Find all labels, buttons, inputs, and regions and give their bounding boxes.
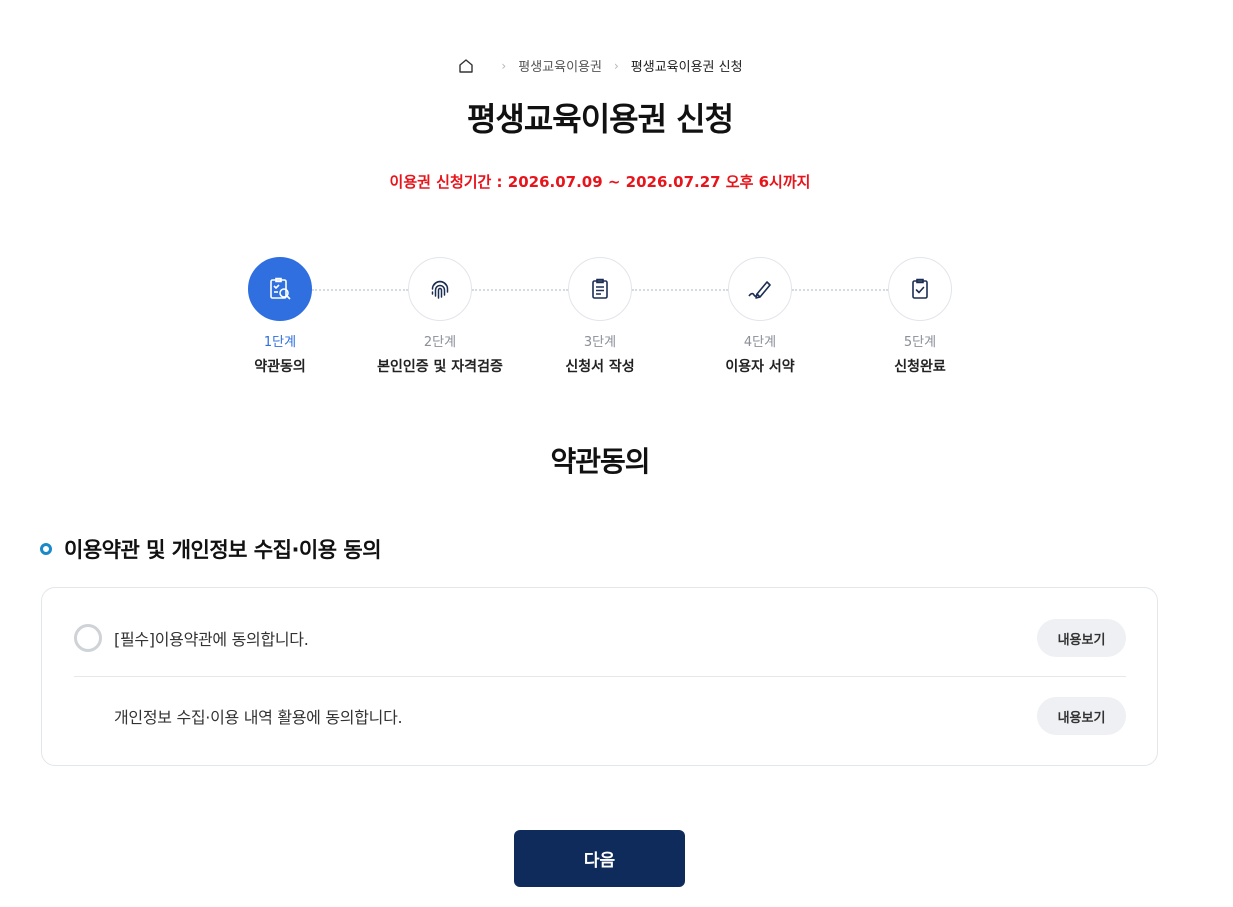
view-privacy-button[interactable]: 내용보기: [1037, 697, 1126, 735]
step-number: 1단계: [263, 335, 297, 350]
breadcrumb-item-apply: 평생교육이용권 신청: [630, 60, 743, 75]
section-title: 약관동의: [550, 445, 650, 478]
application-period: 이용권 신청기간 : 2026.07.09 ~ 2026.07.27 오후 6시…: [389, 173, 811, 191]
term-text: [필수]이용약관에 동의합니다.: [114, 630, 309, 649]
clipboard-search-icon: [248, 257, 312, 321]
term-text: 개인정보 수집·이용 내역 활용에 동의합니다.: [114, 708, 403, 727]
step-5: 5단계 신청완료: [840, 257, 1000, 376]
fingerprint-icon: [408, 257, 472, 321]
step-label: 이용자 서약: [725, 359, 795, 375]
step-label: 신청서 작성: [565, 359, 635, 375]
step-number: 5단계: [903, 335, 937, 350]
step-label: 본인인증 및 자격검증: [377, 359, 503, 375]
step-4: 4단계 이용자 서약: [680, 257, 840, 376]
step-1: 1단계 약관동의: [200, 257, 360, 376]
step-2: 2단계 본인인증 및 자격검증: [360, 257, 520, 376]
breadcrumb-separator: ›: [501, 58, 507, 73]
step-number: 2단계: [423, 335, 457, 350]
term-row-privacy: 개인정보 수집·이용 내역 활용에 동의합니다. 내용보기: [74, 686, 1126, 746]
next-button[interactable]: 다음: [514, 830, 685, 887]
clipboard-check-icon: [888, 257, 952, 321]
terms-box: [필수]이용약관에 동의합니다. 내용보기 개인정보 수집·이용 내역 활용에 …: [41, 587, 1158, 766]
sub-heading-text: 이용약관 및 개인정보 수집·이용 동의: [64, 538, 382, 562]
page-title: 평생교육이용권 신청: [466, 100, 734, 138]
bullet-icon: [40, 543, 52, 555]
breadcrumb-separator: ›: [613, 58, 619, 73]
divider: [74, 676, 1126, 677]
breadcrumb-item-voucher[interactable]: 평생교육이용권: [518, 56, 602, 75]
term-row-terms: [필수]이용약관에 동의합니다. 내용보기: [74, 608, 1126, 668]
step-number: 4단계: [743, 335, 777, 350]
pen-icon: [728, 257, 792, 321]
stepper: 1단계 약관동의 2단계 본인인증 및 자격검증 3단계 신청서 작성 4단계 …: [0, 257, 1233, 387]
page: › 평생교육이용권 › 평생교육이용권 신청 평생교육이용권 신청 이용권 신청…: [0, 0, 1233, 907]
home-icon[interactable]: [457, 57, 475, 75]
step-3: 3단계 신청서 작성: [520, 257, 680, 376]
step-label: 신청완료: [894, 359, 946, 375]
terms-sub-heading: 이용약관 및 개인정보 수집·이용 동의: [40, 534, 382, 564]
view-terms-button[interactable]: 내용보기: [1037, 619, 1126, 657]
step-label: 약관동의: [254, 359, 306, 375]
breadcrumb: › 평생교육이용권 › 평생교육이용권 신청: [0, 56, 1200, 75]
step-number: 3단계: [583, 335, 617, 350]
document-icon: [568, 257, 632, 321]
agree-terms-radio[interactable]: [74, 624, 102, 652]
